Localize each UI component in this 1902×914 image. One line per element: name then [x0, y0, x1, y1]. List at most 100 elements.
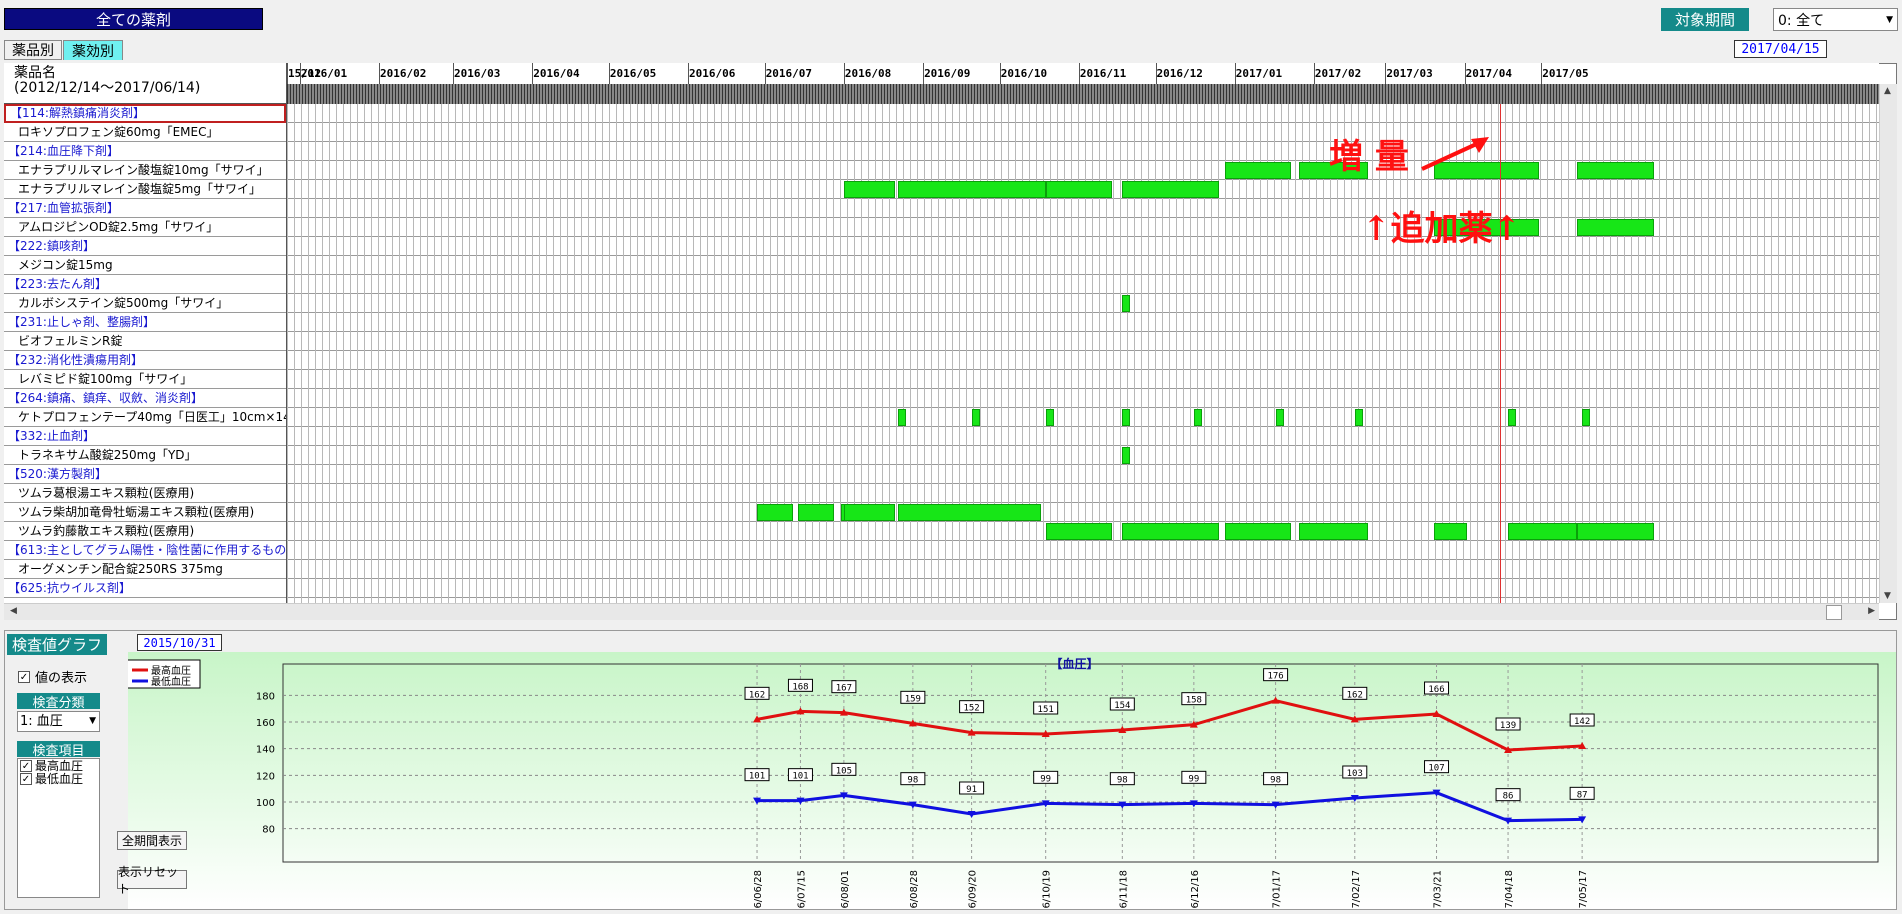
prescription-bar[interactable] — [1508, 409, 1517, 426]
drug-row[interactable]: ツムラ葛根湯エキス顆粒(医療用) — [4, 484, 286, 503]
month-divider — [999, 63, 1001, 84]
category-row[interactable]: 【231:止しゃ剤、整腸剤】 — [4, 313, 286, 332]
drug-row[interactable]: ツムラ釣藤散エキス顆粒(医療用) — [4, 522, 286, 541]
month-label: 2016/05 — [609, 67, 657, 80]
period-label: 対象期間 — [1661, 8, 1749, 31]
drug-row[interactable]: メジコン錠15mg — [4, 256, 286, 275]
category-row[interactable]: 【214:血圧降下剤】 — [4, 142, 286, 161]
month-divider — [532, 63, 534, 84]
drug-row[interactable]: カルボシステイン錠500mg「サワイ」 — [4, 294, 286, 313]
prescription-bar[interactable] — [1224, 523, 1291, 540]
prescription-bar[interactable] — [1045, 181, 1113, 198]
current-date: 2017/04/15 — [1734, 40, 1827, 58]
tab-by-efficacy[interactable]: 薬効別 — [63, 40, 123, 60]
prescription-bar[interactable] — [1354, 409, 1363, 426]
lab-item-diastolic[interactable]: ✓ 最低血圧 — [18, 773, 99, 785]
prescription-bar[interactable] — [1577, 219, 1654, 236]
month-label: 2016/02 — [379, 67, 427, 80]
y-tick-label: 120 — [256, 771, 275, 782]
prescription-bar[interactable] — [1122, 295, 1131, 312]
category-row[interactable]: 【222:鎮咳剤】 — [4, 237, 286, 256]
drug-row[interactable]: ロキソプロフェン錠60mg「EMEC」 — [4, 123, 286, 142]
category-select[interactable]: 1: 血圧 ▼ — [17, 711, 100, 732]
prescription-bar[interactable] — [1582, 409, 1591, 426]
prescription-bar[interactable] — [1122, 447, 1131, 464]
drug-row[interactable]: アムロジピンOD錠2.5mg「サワイ」 — [4, 218, 286, 237]
scroll-thumb[interactable] — [1826, 605, 1842, 620]
prescription-bar[interactable] — [1275, 409, 1284, 426]
annotation-added-text: ↑追加薬↑ — [1362, 209, 1521, 249]
scroll-left-icon[interactable]: ◀ — [10, 606, 17, 616]
systolic-checkbox[interactable]: ✓ — [20, 760, 32, 772]
drug-row[interactable]: ツムラ柴胡加竜骨牡蛎湯エキス顆粒(医療用) — [4, 503, 286, 522]
category-row[interactable]: 【223:去たん剤】 — [4, 275, 286, 294]
data-label: 86 — [1503, 792, 1514, 802]
prescription-bar[interactable] — [1193, 409, 1202, 426]
x-tick-label: 16/07/15 — [796, 870, 807, 909]
prescription-bar[interactable] — [1045, 523, 1113, 540]
drug-row[interactable]: エナラプリルマレイン酸塩錠5mg「サワイ」 — [4, 180, 286, 199]
y-tick-label: 80 — [262, 825, 275, 836]
prescription-bar[interactable] — [897, 409, 906, 426]
show-values-checkbox[interactable]: ✓ — [18, 670, 30, 683]
month-label: 2017/03 — [1386, 67, 1433, 80]
vertical-scrollbar[interactable]: ▲ ▼ — [1879, 84, 1897, 603]
prescription-bar[interactable] — [1298, 523, 1368, 540]
prescription-bar[interactable] — [843, 181, 895, 198]
x-tick-label: 16/08/01 — [840, 870, 851, 909]
x-tick-label: 16/08/28 — [909, 870, 920, 909]
drug-row[interactable]: レバミピド錠100mg「サワイ」 — [4, 370, 286, 389]
prescription-bar[interactable] — [843, 504, 895, 521]
prescription-bar[interactable] — [1122, 523, 1220, 540]
scroll-down-icon[interactable]: ▼ — [1884, 591, 1891, 601]
category-row[interactable]: 【332:止血剤】 — [4, 427, 286, 446]
category-row[interactable]: 【613:主としてグラム陽性・陰性菌に作用するもの】 — [4, 541, 286, 560]
category-row[interactable]: 【114:解熱鎮痛消炎剤】 — [4, 104, 286, 123]
period-select[interactable]: 0: 全て ▼ — [1773, 8, 1898, 31]
drug-row[interactable]: エナラプリルマレイン酸塩錠10mg「サワイ」 — [4, 161, 286, 180]
category-row[interactable]: 【625:抗ウイルス剤】 — [4, 579, 286, 598]
chevron-down-icon[interactable]: ▼ — [1886, 15, 1893, 25]
diastolic-checkbox[interactable]: ✓ — [20, 773, 32, 785]
month-divider — [1234, 63, 1236, 84]
series-line-systolic — [756, 699, 1583, 752]
prescription-bar[interactable] — [897, 504, 1041, 521]
lab-value-chart[interactable]: 【血圧】 80 100 120 140 160 180 16/06/28 16/07/15 16/… — [128, 652, 1896, 909]
timeline-chart[interactable]: 15/12 2016/01 2016/02 2016/03 2016/04 2016/05… — [287, 63, 1879, 603]
prescription-bar[interactable] — [1433, 523, 1468, 540]
drug-row[interactable]: ケトプロフェンテープ40mg「日医工」10cm×14cm — [4, 408, 286, 427]
scroll-right-icon[interactable]: ▶ — [1868, 606, 1875, 616]
category-row[interactable]: 【217:血管拡張剤】 — [4, 199, 286, 218]
prescription-bar[interactable] — [1508, 523, 1578, 540]
lab-items-list[interactable]: ✓ 最高血圧 ✓ 最低血圧 — [17, 758, 100, 898]
items-label: 検査項目 — [17, 741, 100, 759]
prescription-bar[interactable] — [1122, 409, 1131, 426]
prescription-bar[interactable] — [797, 504, 834, 521]
prescription-bar[interactable] — [1224, 162, 1291, 179]
tab-by-drug[interactable]: 薬品別 — [4, 40, 62, 60]
lab-item-systolic[interactable]: ✓ 最高血圧 — [18, 759, 99, 773]
scroll-up-icon[interactable]: ▲ — [1884, 86, 1891, 96]
x-tick-label: 16/06/28 — [753, 870, 764, 909]
drug-row[interactable]: トラネキサム酸錠250mg「YD」 — [4, 446, 286, 465]
drug-row[interactable]: オーグメンチン配合錠250RS 375mg — [4, 560, 286, 579]
prescription-bar[interactable] — [1577, 162, 1654, 179]
category-row[interactable]: 【232:消化性潰瘍用剤】 — [4, 351, 286, 370]
prescription-bar[interactable] — [1577, 523, 1654, 540]
month-label: 2017/05 — [1542, 67, 1589, 80]
prescription-bar[interactable] — [971, 409, 980, 426]
prescription-bar[interactable] — [897, 181, 1046, 198]
show-values-option[interactable]: ✓ 値の表示 — [18, 667, 87, 686]
data-label: 107 — [1428, 764, 1444, 774]
chevron-down-icon[interactable]: ▼ — [89, 712, 96, 731]
prescription-bar[interactable] — [1045, 409, 1054, 426]
prescription-bar[interactable] — [1122, 181, 1220, 198]
category-row[interactable]: 【520:漢方製剤】 — [4, 465, 286, 484]
data-label: 168 — [792, 682, 808, 692]
x-tick-label: 16/12/16 — [1190, 870, 1201, 909]
drug-row[interactable]: ビオフェルミンR錠 — [4, 332, 286, 351]
horizontal-scrollbar[interactable]: ◀ ▶ — [4, 603, 1879, 620]
prescription-bar[interactable] — [757, 504, 793, 521]
name-header-title: 薬品名 — [14, 65, 56, 81]
category-row[interactable]: 【264:鎮痛、鎮痒、収斂、消炎剤】 — [4, 389, 286, 408]
